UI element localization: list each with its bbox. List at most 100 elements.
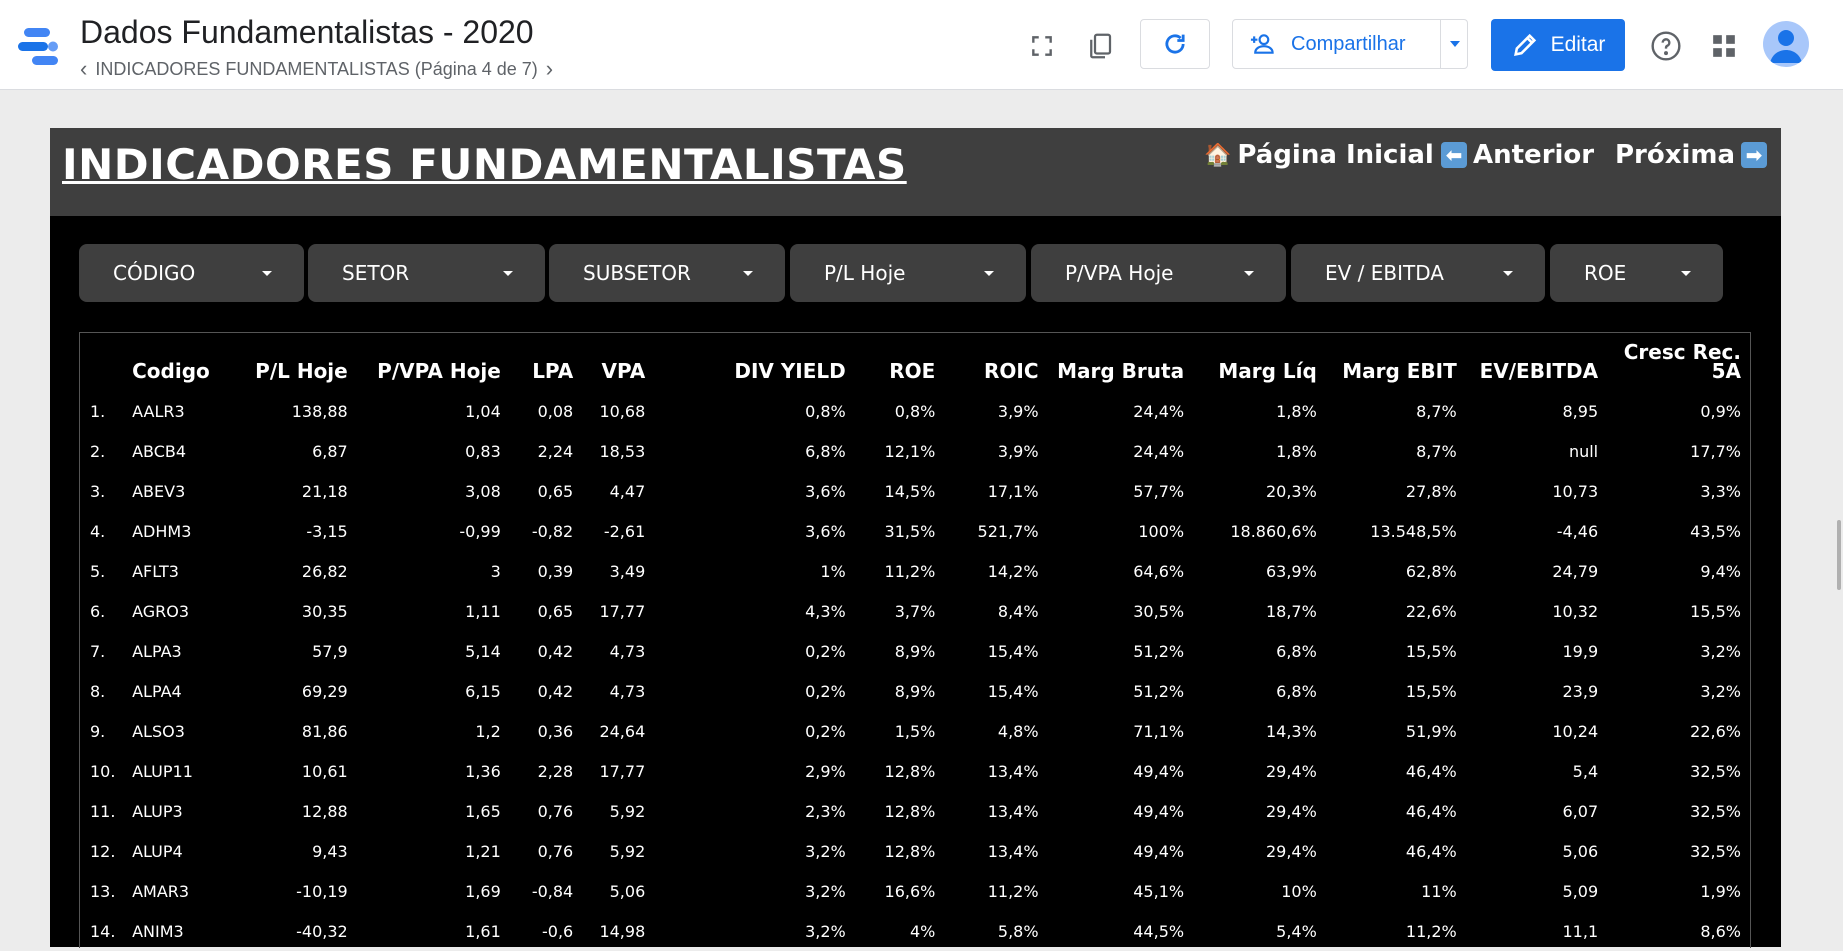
table-row[interactable]: 11. ALUP3 12,88 1,65 0,76 5,92 2,3% 12,8% 13,4% 4… bbox=[80, 791, 1750, 831]
dropdown-caret-icon bbox=[262, 271, 272, 276]
filter-ev-ebitda[interactable]: EV / EBITDA bbox=[1291, 244, 1545, 302]
share-button[interactable]: Compartilhar bbox=[1232, 19, 1468, 69]
table-cell: 19,9 bbox=[1562, 641, 1599, 661]
table-cell: 4% bbox=[909, 921, 936, 941]
column-header[interactable]: EV/EBITDA bbox=[1466, 333, 1607, 391]
column-header[interactable]: Codigo bbox=[132, 333, 240, 391]
table-row[interactable]: 9. ALSO3 81,86 1,2 0,36 24,64 0,2% 1,5% 4,8% 71,1… bbox=[80, 711, 1750, 751]
column-header[interactable]: P/L Hoje bbox=[240, 333, 357, 391]
table-cell: 29,4% bbox=[1265, 841, 1317, 861]
table-cell: 45,1% bbox=[1133, 881, 1185, 901]
table-cell: -0,99 bbox=[459, 521, 501, 541]
table-cell: 17,77 bbox=[599, 601, 646, 621]
next-page-chevron-icon[interactable]: › bbox=[546, 58, 553, 80]
report-title[interactable]: Dados Fundamentalistas - 2020 bbox=[80, 14, 534, 51]
column-header[interactable]: Marg Bruta bbox=[1048, 333, 1194, 391]
dropdown-caret-icon bbox=[743, 271, 753, 276]
share-options-dropdown[interactable] bbox=[1440, 19, 1469, 69]
table-row[interactable]: 14. ANIM3 -40,32 1,61 -0,6 14,98 3,2% 4% 5,8% 44,… bbox=[80, 911, 1750, 951]
filter-codigo[interactable]: CÓDIGO bbox=[79, 244, 304, 302]
table-cell: 44,5% bbox=[1133, 921, 1185, 941]
column-header[interactable]: Marg Líq bbox=[1193, 333, 1326, 391]
table-row[interactable]: 4. ADHM3 -3,15 -0,99 -0,82 -2,61 3,6% 31,5% 521,… bbox=[80, 511, 1750, 551]
column-header[interactable]: ROIC bbox=[944, 333, 1047, 391]
table-cell: 22,6% bbox=[1690, 721, 1741, 741]
row-number: 7. bbox=[90, 641, 106, 661]
table-cell: 0,42 bbox=[537, 681, 574, 701]
table-cell: 0,2% bbox=[805, 681, 846, 701]
table-cell: 1,04 bbox=[465, 401, 501, 421]
table-cell: 32,5% bbox=[1690, 841, 1741, 861]
table-cell: 3,08 bbox=[465, 481, 501, 501]
filter-roe[interactable]: ROE bbox=[1550, 244, 1723, 302]
apps-grid-icon[interactable] bbox=[1702, 24, 1746, 68]
indicators-table: Codigo P/L Hoje P/VPA Hoje LPA VPA DIV YIELD R… bbox=[80, 333, 1750, 951]
table-cell: 5,8% bbox=[997, 921, 1039, 941]
page-scrollbar[interactable] bbox=[1837, 520, 1841, 590]
table-cell: 4,3% bbox=[805, 601, 846, 621]
current-page-label[interactable]: INDICADORES FUNDAMENTALISTAS (Página 4 d… bbox=[95, 59, 537, 80]
user-avatar[interactable] bbox=[1763, 21, 1809, 67]
table-cell: 0,08 bbox=[537, 401, 574, 421]
table-cell: 1,36 bbox=[465, 761, 501, 781]
filter-setor[interactable]: SETOR bbox=[308, 244, 545, 302]
column-header[interactable]: Marg EBIT bbox=[1326, 333, 1466, 391]
ticker-cell: AMAR3 bbox=[132, 881, 190, 901]
next-page-link[interactable]: Próxima ➡ bbox=[1615, 140, 1768, 170]
house-icon: 🏠 bbox=[1204, 142, 1232, 168]
table-row[interactable]: 1. AALR3 138,88 1,04 0,08 10,68 0,8% 0,8% 3,9% 24… bbox=[80, 391, 1750, 431]
table-row[interactable]: 10. ALUP11 10,61 1,36 2,28 17,77 2,9% 12,8% 13,4… bbox=[80, 751, 1750, 791]
indicators-table-container: Codigo P/L Hoje P/VPA Hoje LPA VPA DIV YIELD R… bbox=[79, 332, 1751, 948]
table-cell: 3,6% bbox=[805, 521, 846, 541]
row-number: 6. bbox=[90, 601, 106, 621]
row-number: 4. bbox=[90, 521, 106, 541]
table-cell: 5,14 bbox=[465, 641, 501, 661]
column-header[interactable]: LPA bbox=[510, 333, 582, 391]
table-cell: 10% bbox=[1281, 881, 1317, 901]
fullscreen-icon[interactable] bbox=[1020, 24, 1064, 68]
copy-icon[interactable] bbox=[1078, 24, 1122, 68]
previous-page-link[interactable]: ⬅ Anterior bbox=[1441, 140, 1594, 170]
table-row[interactable]: 12. ALUP4 9,43 1,21 0,76 5,92 3,2% 12,8% 13,4% 49… bbox=[80, 831, 1750, 871]
table-cell: 24,4% bbox=[1133, 441, 1185, 461]
page-navigator: ‹ INDICADORES FUNDAMENTALISTAS (Página 4… bbox=[80, 58, 553, 80]
table-cell: 3,6% bbox=[805, 481, 846, 501]
column-header[interactable] bbox=[80, 333, 132, 391]
ticker-cell: ADHM3 bbox=[132, 521, 192, 541]
report-header-bar: INDICADORES FUNDAMENTALISTAS 🏠 Página In… bbox=[50, 128, 1781, 216]
table-cell: 1,5% bbox=[894, 721, 936, 741]
home-page-link[interactable]: 🏠 Página Inicial bbox=[1204, 140, 1434, 170]
edit-button[interactable]: Editar bbox=[1491, 19, 1625, 71]
table-cell: 3,7% bbox=[894, 601, 936, 621]
table-row[interactable]: 7. ALPA3 57,9 5,14 0,42 4,73 0,2% 8,9% 15,4% 51,2… bbox=[80, 631, 1750, 671]
table-cell: 138,88 bbox=[291, 401, 348, 421]
table-row[interactable]: 8. ALPA4 69,29 6,15 0,42 4,73 0,2% 8,9% 15,4% 51,… bbox=[80, 671, 1750, 711]
refresh-button[interactable] bbox=[1140, 19, 1210, 69]
table-cell: 49,4% bbox=[1133, 801, 1185, 821]
table-cell: 3 bbox=[490, 561, 501, 581]
data-studio-logo-icon[interactable] bbox=[18, 26, 62, 70]
table-cell: 81,86 bbox=[301, 721, 348, 741]
table-row[interactable]: 3. ABEV3 21,18 3,08 0,65 4,47 3,6% 14,5% 17,1% 57… bbox=[80, 471, 1750, 511]
ticker-cell: ALUP3 bbox=[132, 801, 183, 821]
table-row[interactable]: 6. AGRO3 30,35 1,11 0,65 17,77 4,3% 3,7% 8,4% 30,… bbox=[80, 591, 1750, 631]
help-icon[interactable] bbox=[1644, 24, 1688, 68]
filter-subsetor[interactable]: SUBSETOR bbox=[549, 244, 785, 302]
previous-page-chevron-icon[interactable]: ‹ bbox=[80, 58, 87, 80]
filter-pvpa-hoje[interactable]: P/VPA Hoje bbox=[1031, 244, 1286, 302]
table-row[interactable]: 5. AFLT3 26,82 3 0,39 3,49 1% 11,2% 14,2% 64,6% 63… bbox=[80, 551, 1750, 591]
column-header[interactable]: Cresc Rec. 5A bbox=[1607, 333, 1750, 391]
table-cell: 18,7% bbox=[1265, 601, 1317, 621]
column-header[interactable]: ROE bbox=[855, 333, 945, 391]
table-cell: -0,84 bbox=[531, 881, 574, 901]
table-row[interactable]: 2. ABCB4 6,87 0,83 2,24 18,53 6,8% 12,1% 3,9% 24,… bbox=[80, 431, 1750, 471]
filter-pl-hoje[interactable]: P/L Hoje bbox=[790, 244, 1026, 302]
table-cell: 1% bbox=[820, 561, 846, 581]
table-row[interactable]: 13. AMAR3 -10,19 1,69 -0,84 5,06 3,2% 16,6% 11,2… bbox=[80, 871, 1750, 911]
column-header[interactable]: VPA bbox=[582, 333, 654, 391]
table-cell: 8,7% bbox=[1416, 401, 1457, 421]
table-cell: 14,98 bbox=[599, 921, 646, 941]
table-cell: 43,5% bbox=[1690, 521, 1741, 541]
column-header[interactable]: DIV YIELD bbox=[654, 333, 855, 391]
column-header[interactable]: P/VPA Hoje bbox=[357, 333, 510, 391]
